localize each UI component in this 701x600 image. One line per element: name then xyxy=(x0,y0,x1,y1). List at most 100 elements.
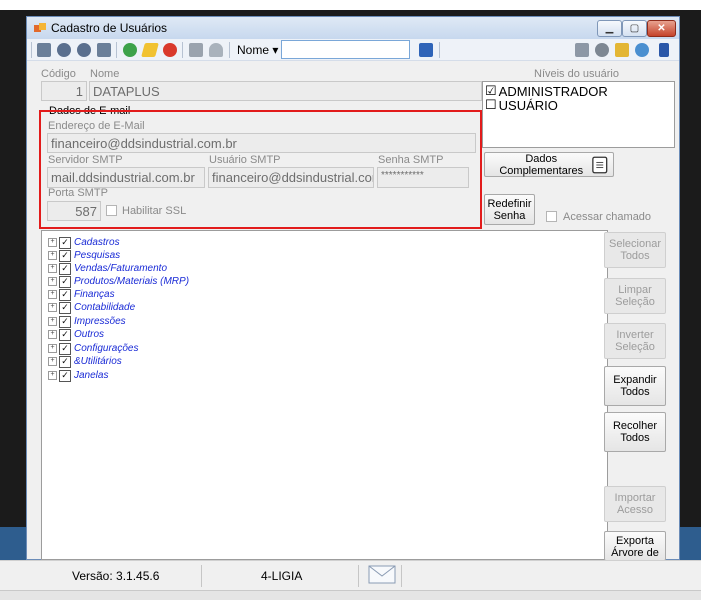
expand-icon[interactable]: + xyxy=(48,330,57,339)
button-label: Inverter xyxy=(616,329,654,341)
checkbox-icon[interactable]: ✓ xyxy=(59,342,71,355)
highlight-box xyxy=(39,110,482,229)
checkbox-icon[interactable]: ✓ xyxy=(59,249,71,262)
redefinir-senha-button[interactable]: Redefinir Senha xyxy=(484,194,535,225)
tree-item-label: Vendas/Faturamento xyxy=(74,263,168,274)
search-input[interactable] xyxy=(281,40,410,59)
checkbox-icon[interactable]: ✓ xyxy=(59,275,71,288)
title-bar[interactable]: Cadastro de Usuários ▁ ▢ ✕ xyxy=(27,17,679,39)
acessar-chamado-label: Acessar chamado xyxy=(563,211,652,223)
tree-item[interactable]: + ✓ Janelas xyxy=(48,369,108,382)
inverter-selecao-button[interactable]: Inverter Seleção xyxy=(604,323,666,359)
last-record-icon[interactable] xyxy=(97,43,111,57)
limpar-selecao-button[interactable]: Limpar Seleção xyxy=(604,278,666,314)
status-separator xyxy=(358,565,359,587)
expand-icon[interactable]: + xyxy=(48,290,57,299)
add-icon[interactable] xyxy=(123,43,137,57)
tree-item[interactable]: + ✓ Pesquisas xyxy=(48,249,120,262)
expand-icon[interactable]: + xyxy=(48,251,57,260)
nivel-item-usuario[interactable]: ☐ USUÁRIO xyxy=(485,97,558,113)
toolbar-grip xyxy=(31,42,32,58)
user-icon[interactable] xyxy=(635,43,649,57)
codigo-field[interactable]: 1 xyxy=(41,81,87,101)
mail-icon[interactable] xyxy=(368,565,396,584)
maximize-button[interactable]: ▢ xyxy=(622,20,647,37)
expand-icon[interactable]: + xyxy=(48,303,57,312)
undo-icon[interactable] xyxy=(209,43,223,57)
close-button[interactable]: ✕ xyxy=(647,20,676,37)
importar-acesso-button[interactable]: Importar Acesso xyxy=(604,486,666,522)
permissions-tree[interactable]: + ✓ Cadastros + ✓ Pesquisas + ✓ Vendas/Faturam… xyxy=(41,230,608,560)
recolher-todos-button[interactable]: Recolher Todos xyxy=(604,412,666,452)
checkbox-icon[interactable]: ☐ xyxy=(485,97,497,113)
tree-item[interactable]: + ✓ Vendas/Faturamento xyxy=(48,262,167,275)
save-icon[interactable] xyxy=(189,43,203,57)
acessar-chamado-checkbox[interactable] xyxy=(546,211,557,222)
checkbox-icon[interactable]: ✓ xyxy=(59,288,71,301)
checkbox-icon[interactable]: ✓ xyxy=(59,262,71,275)
tree-item[interactable]: + ✓ Finanças xyxy=(48,288,115,301)
toolbar-separator xyxy=(229,42,230,58)
minimize-button[interactable]: ▁ xyxy=(597,20,622,37)
previous-record-icon[interactable] xyxy=(57,43,71,57)
expand-icon[interactable]: + xyxy=(48,277,57,286)
first-record-icon[interactable] xyxy=(37,43,51,57)
expand-icon[interactable]: + xyxy=(48,264,57,273)
checkbox-icon[interactable]: ✓ xyxy=(59,301,71,314)
edit-icon[interactable] xyxy=(141,43,159,57)
tree-item-label: Configurações xyxy=(74,343,139,354)
expand-icon[interactable]: + xyxy=(48,371,57,380)
button-label: Selecionar xyxy=(609,238,661,250)
search-field-dropdown[interactable]: Nome ▾ xyxy=(237,43,278,57)
dados-complementares-button[interactable]: Dados Complementares xyxy=(484,152,614,177)
toolbar-separator xyxy=(182,42,183,58)
nome-label: Nome xyxy=(90,68,120,80)
tree-item-label: Janelas xyxy=(74,370,109,381)
checkbox-icon[interactable]: ✓ xyxy=(59,236,71,249)
nome-field[interactable]: DATAPLUS xyxy=(89,81,482,101)
menu-icon[interactable] xyxy=(659,43,669,57)
screen-top-strip xyxy=(0,0,701,10)
selecionar-todos-button[interactable]: Selecionar Todos xyxy=(604,232,666,268)
expand-icon[interactable]: + xyxy=(48,344,57,353)
checkbox-icon[interactable]: ✓ xyxy=(59,328,71,341)
settings-icon[interactable] xyxy=(595,43,609,57)
expand-icon[interactable]: + xyxy=(48,357,57,366)
cadastro-usuarios-window: Cadastro de Usuários ▁ ▢ ✕ Nome ▾ Código… xyxy=(26,16,680,561)
delete-icon[interactable] xyxy=(163,43,177,57)
document-icon xyxy=(592,156,608,173)
status-bar: Versão: 3.1.45.6 4-LIGIA xyxy=(0,560,701,590)
button-label: Todos xyxy=(620,386,650,398)
button-label: Recolher xyxy=(612,420,658,432)
tree-item[interactable]: + ✓ Cadastros xyxy=(48,236,120,249)
button-label: Seleção xyxy=(615,296,655,308)
window-title: Cadastro de Usuários xyxy=(51,21,168,35)
status-separator xyxy=(401,565,402,587)
tree-item[interactable]: + ✓ Configurações xyxy=(48,342,138,355)
checkbox-icon[interactable]: ✓ xyxy=(59,355,71,368)
tree-item-label: &Utilitários xyxy=(74,356,122,367)
expandir-todos-button[interactable]: Expandir Todos xyxy=(604,366,666,406)
search-go-icon[interactable] xyxy=(419,43,433,57)
tree-item[interactable]: + ✓ Produtos/Materiais (MRP) xyxy=(48,275,189,288)
expand-icon[interactable]: + xyxy=(48,238,57,247)
tree-item[interactable]: + ✓ Contabilidade xyxy=(48,301,135,314)
tree-item-label: Pesquisas xyxy=(74,250,121,261)
exporta-arvore-button[interactable]: Exporta Árvore de xyxy=(604,531,666,561)
checkbox-icon[interactable]: ✓ xyxy=(59,315,71,328)
screen-bottom-strip xyxy=(0,590,701,600)
button-label: Exporta xyxy=(616,535,654,547)
expand-icon[interactable]: + xyxy=(48,317,57,326)
button-label: Seleção xyxy=(615,341,655,353)
tree-item[interactable]: + ✓ Impressões xyxy=(48,315,126,328)
print-icon[interactable] xyxy=(575,43,589,57)
filter-icon[interactable] xyxy=(615,43,629,57)
tree-item[interactable]: + ✓ Outros xyxy=(48,328,104,341)
senha-label: Senha xyxy=(493,209,526,222)
tree-item-label: Finanças xyxy=(74,289,115,300)
next-record-icon[interactable] xyxy=(77,43,91,57)
checkbox-icon[interactable]: ✓ xyxy=(59,369,71,382)
tree-item-label: Outros xyxy=(74,329,105,340)
tree-item[interactable]: + ✓ &Utilitários xyxy=(48,355,122,368)
tree-item-label: Produtos/Materiais (MRP) xyxy=(74,276,190,287)
